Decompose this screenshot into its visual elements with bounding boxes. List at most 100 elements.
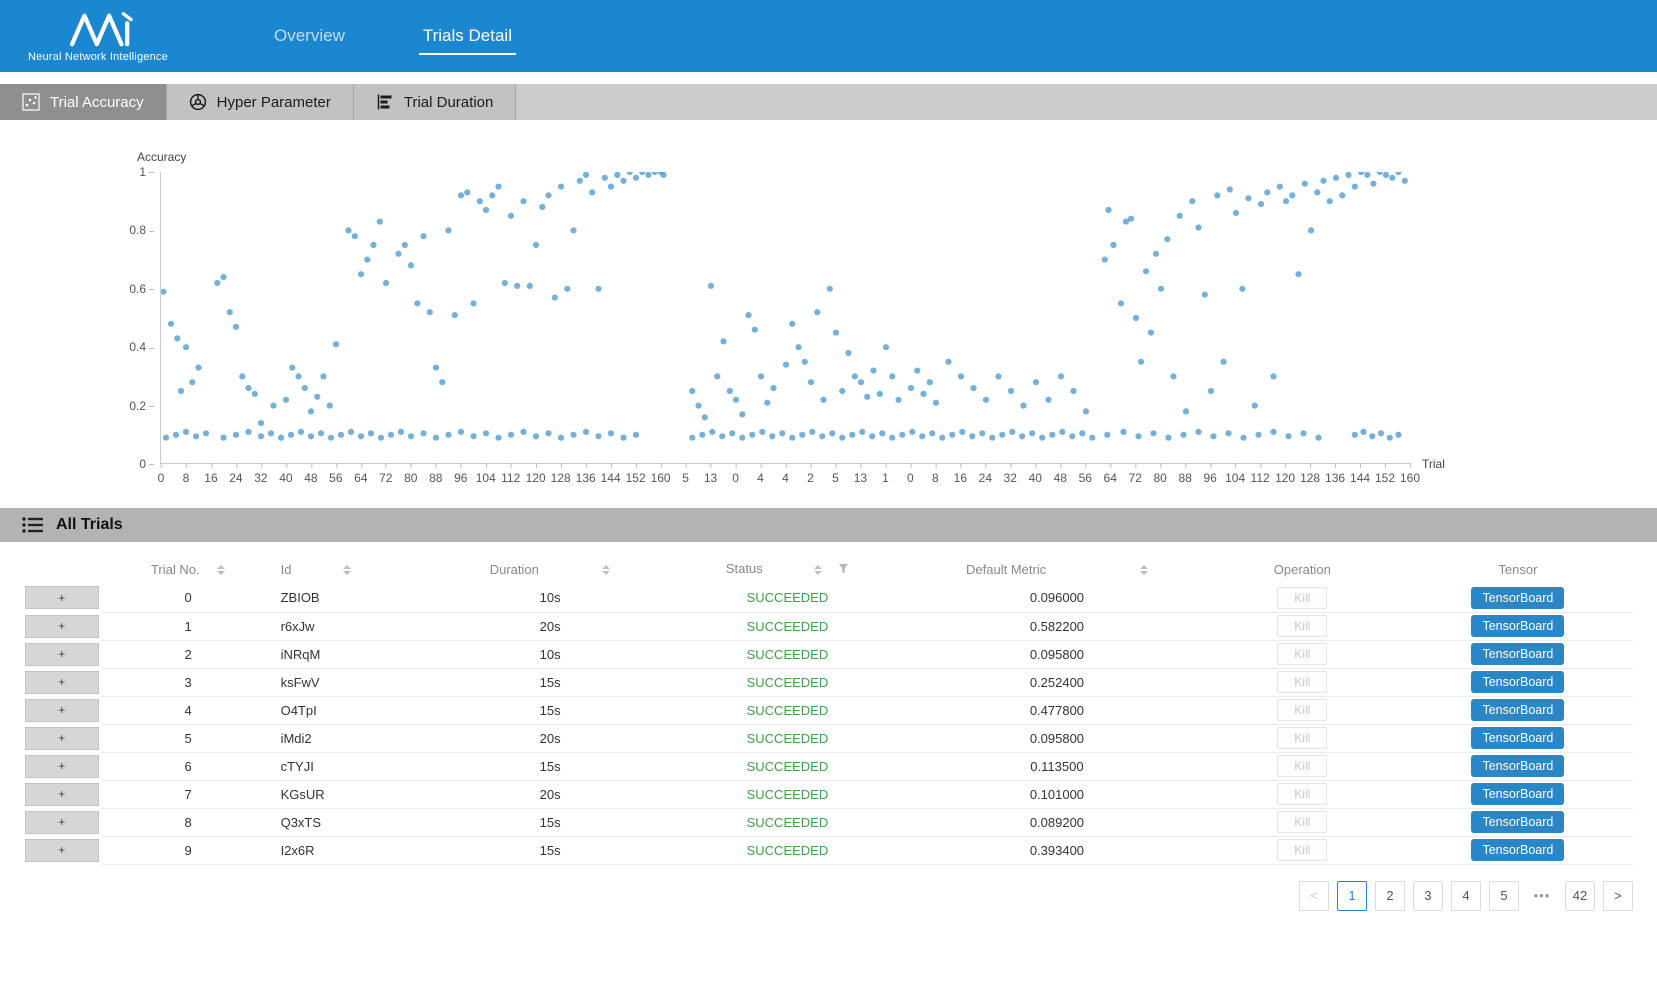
scatter-point[interactable] xyxy=(527,283,533,289)
scatter-point[interactable] xyxy=(714,373,720,379)
scatter-point[interactable] xyxy=(909,429,915,435)
tensorboard-button[interactable]: TensorBoard xyxy=(1471,839,1564,861)
scatter-point[interactable] xyxy=(402,242,408,248)
expand-row-button[interactable]: + xyxy=(25,699,99,722)
scatter-point[interactable] xyxy=(333,341,339,347)
scatter-point[interactable] xyxy=(1302,181,1308,187)
kill-button[interactable]: Kill xyxy=(1277,699,1327,721)
scatter-point[interactable] xyxy=(595,433,601,439)
expand-row-button[interactable]: + xyxy=(25,783,99,806)
scatter-point[interactable] xyxy=(1364,172,1370,178)
scatter-point[interactable] xyxy=(220,274,226,280)
scatter-point[interactable] xyxy=(799,432,805,438)
scatter-point[interactable] xyxy=(1133,315,1139,321)
sort-icon[interactable] xyxy=(1140,565,1148,575)
scatter-point[interactable] xyxy=(727,388,733,394)
sort-icon[interactable] xyxy=(217,565,225,575)
tensorboard-button[interactable]: TensorBoard xyxy=(1471,699,1564,721)
scatter-point[interactable] xyxy=(908,385,914,391)
scatter-point[interactable] xyxy=(489,192,495,198)
scatter-point[interactable] xyxy=(508,432,514,438)
scatter-point[interactable] xyxy=(1110,242,1116,248)
scatter-point[interactable] xyxy=(620,178,626,184)
scatter-point[interactable] xyxy=(178,388,184,394)
scatter-point[interactable] xyxy=(970,385,976,391)
scatter-point[interactable] xyxy=(320,373,326,379)
scatter-point[interactable] xyxy=(395,251,401,257)
scatter-point[interactable] xyxy=(1233,210,1239,216)
scatter-point[interactable] xyxy=(163,435,169,441)
scatter-point[interactable] xyxy=(1252,403,1258,409)
scatter-point[interactable] xyxy=(639,172,645,175)
scatter-point[interactable] xyxy=(1039,435,1045,441)
scatter-point[interactable] xyxy=(368,430,374,436)
scatter-point[interactable] xyxy=(920,391,926,397)
scatter-point[interactable] xyxy=(969,433,975,439)
scatter-point[interactable] xyxy=(1150,430,1156,436)
scatter-point[interactable] xyxy=(1220,359,1226,365)
scatter-point[interactable] xyxy=(1377,172,1383,175)
scatter-point[interactable] xyxy=(689,435,695,441)
scatter-point[interactable] xyxy=(859,429,865,435)
scatter-point[interactable] xyxy=(764,400,770,406)
scatter-point[interactable] xyxy=(789,321,795,327)
scatter-point[interactable] xyxy=(1208,388,1214,394)
scatter-point[interactable] xyxy=(699,432,705,438)
scatter-point[interactable] xyxy=(348,429,354,435)
scatter-point[interactable] xyxy=(1153,251,1159,257)
sort-icon[interactable] xyxy=(343,565,351,575)
scatter-point[interactable] xyxy=(545,430,551,436)
scatter-point[interactable] xyxy=(1009,429,1015,435)
scatter-point[interactable] xyxy=(1383,172,1389,178)
scatter-point[interactable] xyxy=(1049,432,1055,438)
scatter-point[interactable] xyxy=(433,435,439,441)
kill-button[interactable]: Kill xyxy=(1277,643,1327,665)
scatter-point[interactable] xyxy=(1239,286,1245,292)
scatter-point[interactable] xyxy=(345,227,351,233)
scatter-point[interactable] xyxy=(1378,430,1384,436)
col-default-metric[interactable]: Default Metric xyxy=(912,554,1202,584)
scatter-point[interactable] xyxy=(1270,373,1276,379)
scatter-point[interactable] xyxy=(620,435,626,441)
scatter-point[interactable] xyxy=(1285,433,1291,439)
page-button[interactable]: 3 xyxy=(1413,881,1443,911)
scatter-point[interactable] xyxy=(452,312,458,318)
scatter-point[interactable] xyxy=(739,435,745,441)
scatter-point[interactable] xyxy=(352,233,358,239)
scatter-point[interactable] xyxy=(370,242,376,248)
scatter-point[interactable] xyxy=(1058,373,1064,379)
scatter-point[interactable] xyxy=(477,198,483,204)
scatter-point[interactable] xyxy=(939,435,945,441)
scatter-point[interactable] xyxy=(1339,192,1345,198)
scatter-point[interactable] xyxy=(595,286,601,292)
scatter-point[interactable] xyxy=(1289,192,1295,198)
page-button[interactable]: 2 xyxy=(1375,881,1405,911)
scatter-point[interactable] xyxy=(877,391,883,397)
scatter-point[interactable] xyxy=(849,432,855,438)
scatter-point[interactable] xyxy=(602,175,608,181)
scatter-point[interactable] xyxy=(408,262,414,268)
scatter-point[interactable] xyxy=(1033,379,1039,385)
scatter-point[interactable] xyxy=(288,432,294,438)
scatter-point[interactable] xyxy=(377,219,383,225)
scatter-point[interactable] xyxy=(589,189,595,195)
scatter-point[interactable] xyxy=(439,379,445,385)
scatter-point[interactable] xyxy=(839,435,845,441)
scatter-point[interactable] xyxy=(252,391,258,397)
scatter-point[interactable] xyxy=(358,271,364,277)
scatter-point[interactable] xyxy=(283,397,289,403)
scatter-point[interactable] xyxy=(1214,192,1220,198)
scatter-point[interactable] xyxy=(445,227,451,233)
sort-icon[interactable] xyxy=(814,565,822,575)
scatter-point[interactable] xyxy=(1045,397,1051,403)
scatter-point[interactable] xyxy=(1295,271,1301,277)
scatter-point[interactable] xyxy=(752,327,758,333)
scatter-point[interactable] xyxy=(1255,432,1261,438)
scatter-point[interactable] xyxy=(258,433,264,439)
scatter-point[interactable] xyxy=(1315,435,1321,441)
scatter-point[interactable] xyxy=(1370,181,1376,187)
scatter-point[interactable] xyxy=(278,435,284,441)
scatter-point[interactable] xyxy=(869,433,875,439)
scatter-point[interactable] xyxy=(470,300,476,306)
scatter-point[interactable] xyxy=(270,403,276,409)
